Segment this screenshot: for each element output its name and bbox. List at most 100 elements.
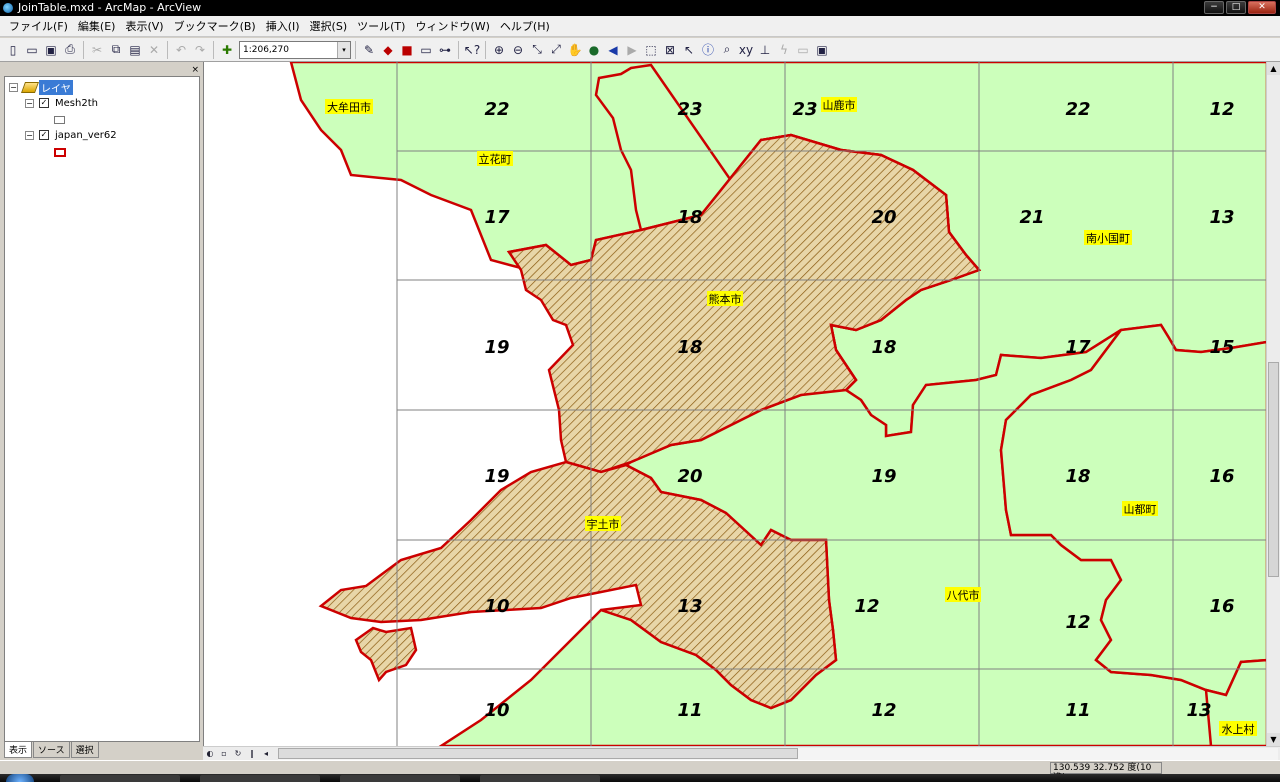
taskbar-button[interactable]: [200, 775, 320, 782]
tab-display[interactable]: 表示: [4, 742, 33, 758]
status-bar: 130.539 32.752 度(10進): [0, 760, 1280, 782]
mesh-value-label: 13: [1186, 700, 1211, 721]
identify-icon[interactable]: ⓘ: [699, 41, 717, 59]
mesh-value-label: 17: [1065, 337, 1091, 358]
scrollbar-thumb[interactable]: [278, 748, 798, 759]
clear-selection-icon[interactable]: ⊠: [661, 41, 679, 59]
os-taskbar: [0, 774, 1280, 782]
pan-icon[interactable]: ✋: [566, 41, 584, 59]
tab-selection[interactable]: 選択: [70, 742, 99, 758]
menu-bookmarks[interactable]: ブックマーク(B): [169, 16, 261, 37]
map-scale-value: 1:206,270: [243, 44, 289, 55]
map-canvas[interactable]: 22 23 23 22 12 17 18 20 21 13 19 18 18 1…: [204, 62, 1266, 746]
mesh-value-label: 19: [871, 466, 896, 487]
fixed-zoom-out-icon[interactable]: ⤢: [547, 41, 565, 59]
whats-this-icon[interactable]: ↖?: [463, 41, 481, 59]
toc-layer-row[interactable]: − ✓ Mesh2th: [25, 96, 98, 110]
menu-selection[interactable]: 選択(S): [305, 16, 353, 37]
scrollbar-thumb[interactable]: [1268, 362, 1279, 577]
map-display[interactable]: 22 23 23 22 12 17 18 20 21 13 19 18 18 1…: [203, 62, 1266, 746]
menu-edit[interactable]: 編集(E): [73, 16, 121, 37]
hyperlink-icon[interactable]: ϟ: [775, 41, 793, 59]
full-extent-icon[interactable]: ●: [585, 41, 603, 59]
map-vertical-scrollbar[interactable]: ▲ ▼: [1266, 62, 1280, 746]
find-icon[interactable]: ⌕: [718, 41, 736, 59]
minimize-button[interactable]: −: [1204, 1, 1224, 14]
layer-name[interactable]: japan_ver62: [55, 130, 117, 141]
select-features-icon[interactable]: ⬚: [642, 41, 660, 59]
collapse-icon[interactable]: −: [25, 98, 34, 108]
mesh-value-label: 15: [1209, 337, 1234, 358]
mesh-value-label: 19: [484, 466, 509, 487]
polygon-symbol-icon[interactable]: [54, 116, 65, 124]
layer-name[interactable]: Mesh2th: [55, 98, 98, 109]
python-window-icon[interactable]: ▭: [417, 41, 435, 59]
measure-icon[interactable]: ⊥: [756, 41, 774, 59]
toolbar-separator: [458, 40, 459, 59]
open-folder-icon[interactable]: ▭: [23, 41, 41, 59]
toc-tree: − レイヤ − ✓ Mesh2th − ✓ japan_ver62: [4, 76, 200, 742]
taskbar-button[interactable]: [60, 775, 180, 782]
go-to-xy-icon[interactable]: xy: [737, 41, 755, 59]
maximize-button[interactable]: □: [1226, 1, 1246, 14]
toc-root-row[interactable]: − レイヤ: [9, 79, 73, 95]
new-document-icon[interactable]: ▯: [4, 41, 22, 59]
place-label-yamato: 山都町: [1124, 503, 1157, 516]
paste-icon[interactable]: ▤: [126, 41, 144, 59]
back-extent-icon[interactable]: ◀: [604, 41, 622, 59]
scroll-left-icon[interactable]: ◂: [259, 748, 273, 760]
tab-source[interactable]: ソース: [33, 742, 70, 758]
menu-tools[interactable]: ツール(T): [352, 16, 410, 37]
collapse-icon[interactable]: −: [9, 82, 18, 92]
save-icon[interactable]: ▣: [42, 41, 60, 59]
undo-icon[interactable]: ↶: [172, 41, 190, 59]
refresh-icon[interactable]: ↻: [231, 748, 245, 760]
zoom-out-icon[interactable]: ⊖: [509, 41, 527, 59]
select-elements-icon[interactable]: ↖: [680, 41, 698, 59]
map-horizontal-scrollbar[interactable]: [278, 748, 1278, 760]
collapse-icon[interactable]: −: [25, 130, 34, 140]
map-scale-combobox[interactable]: 1:206,270 ▾: [239, 40, 351, 59]
print-icon[interactable]: ⎙: [61, 41, 79, 59]
command-line-icon[interactable]: ■: [398, 41, 416, 59]
close-icon[interactable]: ×: [191, 65, 199, 75]
redo-icon[interactable]: ↷: [191, 41, 209, 59]
menu-view[interactable]: 表示(V): [120, 16, 168, 37]
menu-file[interactable]: ファイル(F): [4, 16, 73, 37]
menu-help[interactable]: ヘルプ(H): [495, 16, 555, 37]
html-popup-icon[interactable]: ▭: [794, 41, 812, 59]
model-builder-icon[interactable]: ⊶: [436, 41, 454, 59]
place-label-tachibana: 立花町: [479, 152, 512, 166]
toolbar-separator: [83, 40, 84, 59]
time-slider-icon[interactable]: ▣: [813, 41, 831, 59]
scroll-up-icon[interactable]: ▲: [1267, 62, 1280, 75]
delete-icon[interactable]: ✕: [145, 41, 163, 59]
copy-icon[interactable]: ⧉: [107, 41, 125, 59]
scroll-down-icon[interactable]: ▼: [1267, 733, 1280, 746]
polygon-symbol-icon[interactable]: [54, 147, 66, 157]
cut-icon[interactable]: ✂: [88, 41, 106, 59]
fixed-zoom-in-icon[interactable]: ⤡: [528, 41, 546, 59]
mesh-value-label: 16: [1209, 466, 1234, 487]
toc-layer-row[interactable]: − ✓ japan_ver62: [25, 128, 117, 142]
arctoolbox-icon[interactable]: ◆: [379, 41, 397, 59]
zoom-in-icon[interactable]: ⊕: [490, 41, 508, 59]
layer-visibility-checkbox[interactable]: ✓: [39, 98, 49, 108]
layer-visibility-checkbox[interactable]: ✓: [39, 130, 49, 140]
add-data-icon[interactable]: ✚: [218, 41, 236, 59]
taskbar-button[interactable]: [480, 775, 600, 782]
menu-insert[interactable]: 挿入(I): [261, 16, 305, 37]
data-view-icon[interactable]: ◐: [203, 748, 217, 760]
close-button[interactable]: ✕: [1248, 1, 1276, 14]
forward-extent-icon[interactable]: ▶: [623, 41, 641, 59]
mesh-value-label: 23: [677, 99, 702, 120]
taskbar-button[interactable]: [340, 775, 460, 782]
layout-view-icon[interactable]: ▫: [217, 748, 231, 760]
island-polygon[interactable]: [354, 626, 418, 683]
editor-toolbar-icon[interactable]: ✎: [360, 41, 378, 59]
chevron-down-icon[interactable]: ▾: [337, 41, 350, 58]
pause-drawing-icon[interactable]: ‖: [245, 748, 259, 760]
menu-window[interactable]: ウィンドウ(W): [410, 16, 494, 37]
start-button[interactable]: [6, 774, 34, 782]
data-frame-label[interactable]: レイヤ: [39, 79, 73, 95]
